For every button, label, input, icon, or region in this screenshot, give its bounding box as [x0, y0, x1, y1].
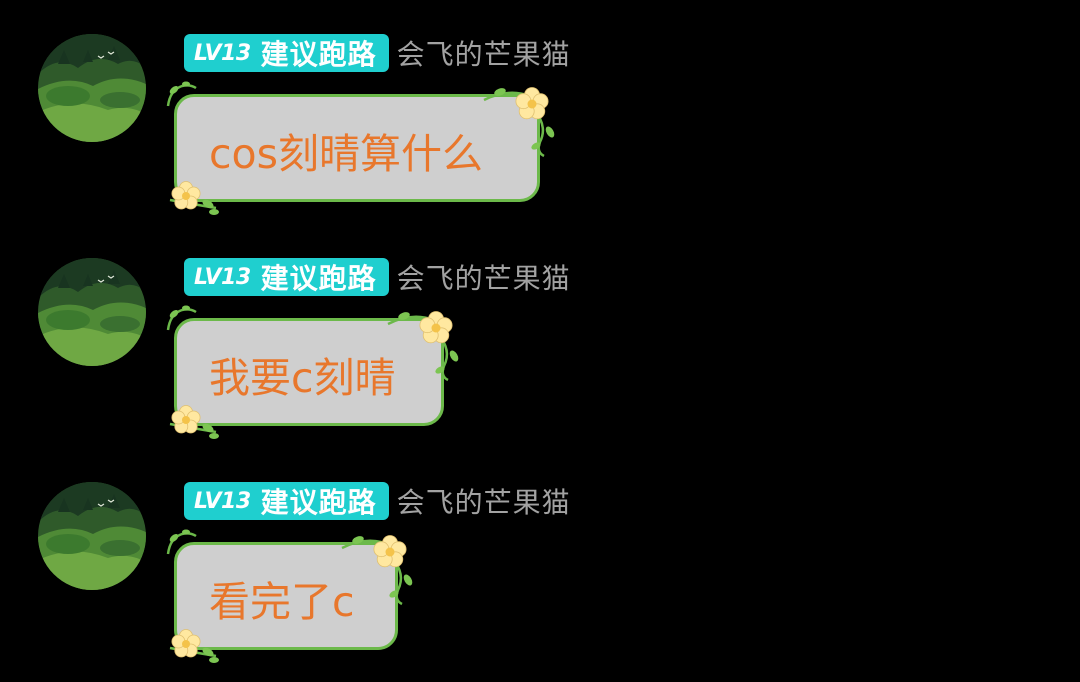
- message-bubble[interactable]: cos刻晴算什么: [174, 94, 540, 202]
- message-text: 我要c刻晴: [209, 354, 396, 402]
- level-badge[interactable]: LV13 建议跑路: [184, 482, 389, 520]
- chat-message: LV13 建议跑路 会飞的芒果猫 我要c刻晴: [0, 224, 1080, 448]
- message-header: LV13 建议跑路 会飞的芒果猫: [184, 34, 571, 72]
- badge-level: LV13: [194, 488, 251, 514]
- message-text: 看完了c: [209, 578, 355, 626]
- badge-title: 建议跑路: [260, 262, 377, 295]
- chat-message: LV13 建议跑路 会飞的芒果猫 cos刻晴算什么: [0, 0, 1080, 224]
- sender-nickname[interactable]: 会飞的芒果猫: [397, 481, 571, 521]
- avatar[interactable]: [38, 34, 146, 142]
- message-bubble[interactable]: 我要c刻晴: [174, 318, 444, 426]
- sender-nickname[interactable]: 会飞的芒果猫: [397, 33, 571, 73]
- avatar[interactable]: [38, 482, 146, 590]
- badge-level: LV13: [194, 264, 251, 290]
- avatar[interactable]: [38, 258, 146, 366]
- badge-title: 建议跑路: [260, 486, 377, 519]
- forest-landscape-icon: [38, 482, 146, 590]
- message-header: LV13 建议跑路 会飞的芒果猫: [184, 482, 571, 520]
- message-text: cos刻晴算什么: [209, 130, 483, 178]
- chat-message: LV13 建议跑路 会飞的芒果猫 看完了c: [0, 448, 1080, 672]
- badge-level: LV13: [194, 40, 251, 66]
- level-badge[interactable]: LV13 建议跑路: [184, 34, 389, 72]
- sender-nickname[interactable]: 会飞的芒果猫: [397, 257, 571, 297]
- badge-title: 建议跑路: [260, 38, 377, 71]
- level-badge[interactable]: LV13 建议跑路: [184, 258, 389, 296]
- forest-landscape-icon: [38, 258, 146, 366]
- forest-landscape-icon: [38, 34, 146, 142]
- message-header: LV13 建议跑路 会飞的芒果猫: [184, 258, 571, 296]
- message-bubble[interactable]: 看完了c: [174, 542, 398, 650]
